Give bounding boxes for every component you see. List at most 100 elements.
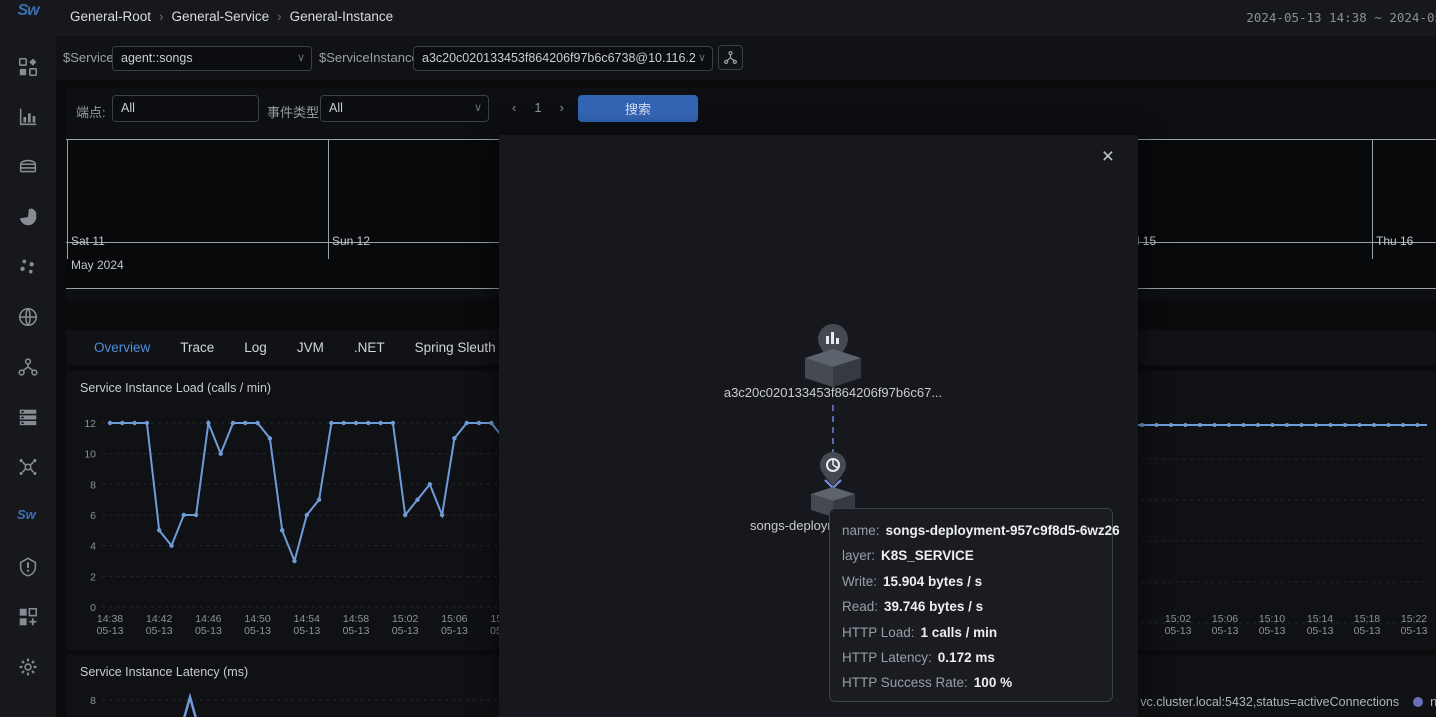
svg-text:05-13: 05-13 <box>1165 625 1192 637</box>
svg-text:15:02: 15:02 <box>392 613 418 625</box>
dashboard-icon[interactable] <box>17 56 39 78</box>
header-bar: General-Root › General-Service › General-Ins… <box>56 0 1436 36</box>
event-type-filter-label: 事件类型: <box>267 102 323 121</box>
svg-text:15:22: 15:22 <box>1401 613 1427 625</box>
instance-topology-button[interactable] <box>718 45 743 70</box>
tab-trace[interactable]: Trace <box>180 340 214 355</box>
list-icon[interactable] <box>17 406 39 428</box>
tab-overview[interactable]: Overview <box>94 340 150 355</box>
service-label: $Service <box>63 50 114 65</box>
event-type-select[interactable]: All∨ <box>320 95 489 122</box>
database-icon[interactable] <box>17 156 39 178</box>
events-pager: ‹ 1 › <box>503 100 573 115</box>
tooltip-row-label: name: <box>842 523 880 538</box>
topology-icon[interactable] <box>17 356 39 378</box>
svg-text:14:54: 14:54 <box>294 613 320 625</box>
pager-page-number: 1 <box>534 100 541 115</box>
svg-text:05-13: 05-13 <box>293 625 320 637</box>
svg-text:05-13: 05-13 <box>1212 625 1239 637</box>
pager-prev-button[interactable]: ‹ <box>512 100 516 115</box>
svg-text:05-13: 05-13 <box>1259 625 1286 637</box>
svg-text:05-13: 05-13 <box>195 625 222 637</box>
tooltip-row-value: 100 % <box>974 675 1012 690</box>
legend-item-label[interactable]: vc.cluster.local:5432,status=activeConne… <box>1140 695 1399 709</box>
tab--net[interactable]: .NET <box>354 340 385 355</box>
tooltip-row: HTTP Load: 1 calls / min <box>842 620 1100 645</box>
timeline-day-divider <box>328 139 329 259</box>
svg-text:4: 4 <box>90 541 96 553</box>
svg-text:05-13: 05-13 <box>1354 625 1381 637</box>
instance-topology-modal: × <box>499 135 1138 717</box>
svg-text:15:02: 15:02 <box>1165 613 1191 625</box>
svg-text:14:50: 14:50 <box>244 613 270 625</box>
timeline-day-label: Sat 11 <box>71 234 105 248</box>
svg-text:8: 8 <box>90 695 96 707</box>
pager-next-button[interactable]: › <box>560 100 564 115</box>
breadcrumb-item[interactable]: General-Root <box>70 9 151 24</box>
bar-chart-icon[interactable] <box>17 106 39 128</box>
sidebar: Sw Sw <box>0 0 56 717</box>
svg-text:14:58: 14:58 <box>343 613 369 625</box>
instance-node-cube[interactable] <box>805 349 861 387</box>
svg-text:05-13: 05-13 <box>343 625 370 637</box>
breadcrumb-separator: › <box>159 9 164 24</box>
chart-title: Service Instance Load (calls / min) <box>80 381 271 395</box>
tooltip-row-label: Write: <box>842 574 877 589</box>
settings-icon[interactable] <box>17 656 39 678</box>
node-tooltip: name:songs-deployment-957c9f8d5-6wz26lay… <box>829 508 1113 702</box>
breadcrumb-separator: › <box>277 9 282 24</box>
legend-dot-icon[interactable] <box>1413 697 1423 707</box>
tooltip-row-label: Read: <box>842 599 878 614</box>
svg-text:05-13: 05-13 <box>1307 625 1334 637</box>
scatter-icon[interactable] <box>17 256 39 278</box>
pie-chart-icon[interactable] <box>17 206 39 228</box>
svg-text:05-13: 05-13 <box>441 625 468 637</box>
tooltip-row-label: HTTP Load: <box>842 625 915 640</box>
tooltip-row: layer:K8S_SERVICE <box>842 543 1100 568</box>
k8s-node-pin[interactable] <box>820 452 846 486</box>
tooltip-row-value: K8S_SERVICE <box>881 548 974 563</box>
breadcrumb: General-Root › General-Service › General-Ins… <box>66 9 397 24</box>
svg-text:15:06: 15:06 <box>1212 613 1238 625</box>
svg-text:14:42: 14:42 <box>146 613 172 625</box>
timeline-day-divider <box>67 139 68 259</box>
breadcrumb-item[interactable]: General-Service <box>172 9 270 24</box>
svg-text:8: 8 <box>90 479 96 491</box>
sw-logo[interactable]: Sw <box>17 506 39 528</box>
breadcrumb-item[interactable]: General-Instance <box>290 9 394 24</box>
timeline-day-divider <box>1372 139 1373 259</box>
tooltip-row-value: 39.746 bytes / s <box>884 599 983 614</box>
skywalking-logo[interactable]: Sw <box>0 2 56 32</box>
tooltip-row: HTTP Latency:0.172 ms <box>842 645 1100 670</box>
search-button[interactable]: 搜索 <box>578 95 698 122</box>
network-icon[interactable] <box>17 456 39 478</box>
timeline-day-label: Sun 12 <box>332 234 370 248</box>
skywalking-instance-page: Sw Sw General-Root›General-Service›Gener… <box>0 0 1436 717</box>
svg-text:10: 10 <box>84 449 96 461</box>
endpoint-filter-input[interactable]: All <box>112 95 259 122</box>
chart-legend[interactable]: vc.cluster.local:5432,status=activeConne… <box>1140 695 1436 709</box>
tab-log[interactable]: Log <box>244 340 267 355</box>
service-instance-select[interactable]: a3c20c020133453f864206f97b6c6738@10.116.… <box>413 46 713 71</box>
tab-spring-sleuth[interactable]: Spring Sleuth <box>415 340 496 355</box>
tab-jvm[interactable]: JVM <box>297 340 324 355</box>
svg-text:12: 12 <box>84 418 96 430</box>
tooltip-row-value: 15.904 bytes / s <box>883 574 982 589</box>
tooltip-row-value: songs-deployment-957c9f8d5-6wz26 <box>886 523 1120 538</box>
widgets-icon[interactable] <box>17 606 39 628</box>
tooltip-row-value: 1 calls / min <box>921 625 998 640</box>
service-select[interactable]: agent::songs∨ <box>112 46 312 71</box>
legend-item-label[interactable]: na <box>1430 695 1436 709</box>
globe-icon[interactable] <box>17 306 39 328</box>
chevron-down-icon: ∨ <box>698 47 706 70</box>
close-icon[interactable]: × <box>1102 145 1114 169</box>
instance-node-label[interactable]: a3c20c020133453f864206f97b6c67... <box>683 385 983 400</box>
service-instance-label: $ServiceInstance <box>319 50 419 65</box>
svg-text:0: 0 <box>90 602 96 614</box>
time-range-picker[interactable]: 2024-05-13 14:38 ~ 2024-05 <box>1246 10 1436 25</box>
svg-text:05-13: 05-13 <box>244 625 271 637</box>
tooltip-row: name:songs-deployment-957c9f8d5-6wz26 <box>842 518 1100 543</box>
svg-text:15:06: 15:06 <box>441 613 467 625</box>
shield-icon[interactable] <box>17 556 39 578</box>
svg-text:15:14: 15:14 <box>1307 613 1333 625</box>
